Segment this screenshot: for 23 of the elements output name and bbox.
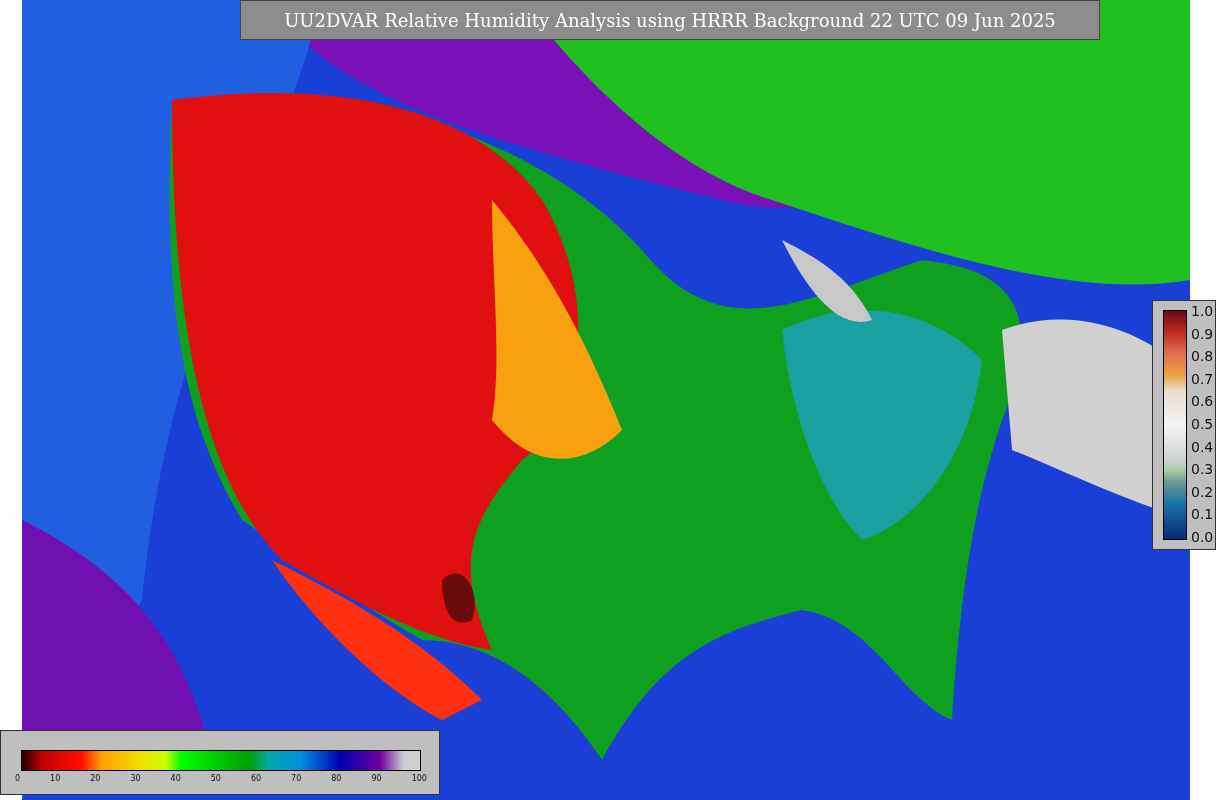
tick-label: 80 <box>331 774 342 783</box>
tick-label: 70 <box>291 774 302 783</box>
tick-label: 0.6 <box>1191 394 1214 409</box>
tick-label: 50 <box>210 774 221 783</box>
map-title: UU2DVAR Relative Humidity Analysis using HRRR Background 22 UTC 09 Jun 2025 <box>240 0 1100 40</box>
tick-label: 0.1 <box>1191 507 1214 522</box>
tick-label: 0.3 <box>1191 462 1214 477</box>
tick-label: 1.0 <box>1191 304 1214 318</box>
tick-label: 10 <box>50 774 61 783</box>
tick-label: 0.2 <box>1191 484 1214 499</box>
tick-label: 0.8 <box>1191 349 1214 364</box>
tick-label: 0.4 <box>1191 439 1214 454</box>
tick-label: 60 <box>250 774 262 783</box>
tick-label: 90 <box>371 774 382 783</box>
tick-label: 0.5 <box>1191 416 1214 431</box>
tick-label: 0.7 <box>1191 371 1214 386</box>
tick-label: 40 <box>170 774 181 783</box>
tick-label: 30 <box>130 774 141 783</box>
tick-label: 0.9 <box>1191 326 1214 341</box>
tick-label: 0 <box>15 774 21 783</box>
tick-label: 0.0 <box>1191 529 1214 544</box>
tick-label: 100 <box>411 774 427 783</box>
tick-label: 20 <box>90 774 101 783</box>
